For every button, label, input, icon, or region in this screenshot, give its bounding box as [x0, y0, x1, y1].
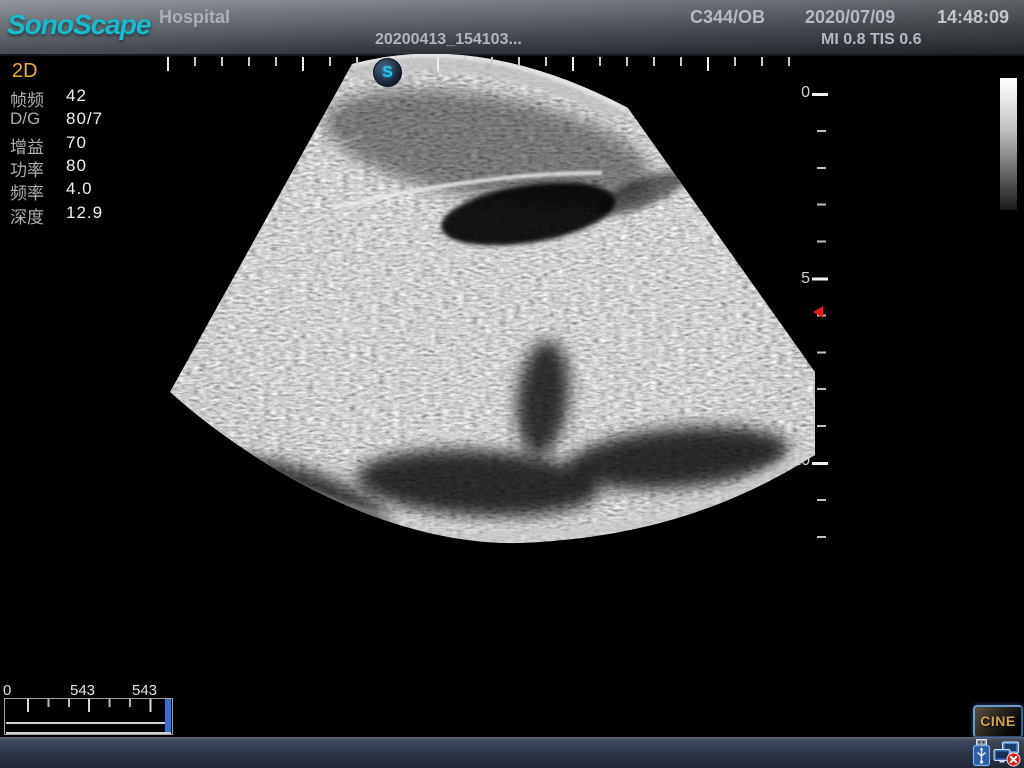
param-label: 深度 — [10, 203, 44, 228]
cine-button[interactable]: CINE — [973, 705, 1023, 738]
probe-preset: C344/OB — [690, 7, 765, 28]
acoustic-indices: MI 0.8 TIS 0.6 — [821, 31, 921, 49]
cine-current-label: 543 — [70, 682, 95, 699]
depth-label-10: 10 — [786, 452, 810, 470]
param-value: 42 — [66, 86, 87, 106]
param-label: 增益 — [10, 133, 44, 158]
probe-orientation-marker: S — [373, 58, 402, 87]
param-row-depth: 深度 12.9 — [10, 203, 160, 226]
depth-label-5: 5 — [786, 270, 810, 288]
brand-logo: SonoScape — [7, 9, 150, 41]
param-row-framerate: 帧频 42 — [10, 86, 160, 109]
param-value: 80/7 — [66, 109, 103, 129]
depth-label-0: 0 — [786, 84, 810, 102]
mode-label: 2D — [12, 60, 38, 83]
param-row-gain: 增益 70 — [10, 133, 160, 156]
network-error-icon[interactable] — [993, 741, 1022, 767]
cine-ruler-ticks — [5, 699, 170, 712]
exam-id: 20200413_154103... — [375, 31, 522, 49]
grayscale-map-bar — [1000, 78, 1017, 210]
param-value: 4.0 — [66, 179, 93, 199]
depth-scale-ruler — [812, 93, 829, 543]
system-time: 14:48:09 — [937, 7, 1009, 28]
horizontal-scale-ruler — [167, 57, 815, 71]
system-date: 2020/07/09 — [805, 7, 895, 28]
cine-scrubber[interactable] — [4, 698, 173, 735]
ultrasound-screen: SonoScape Hospital 20200413_154103... C3… — [0, 0, 1024, 768]
param-row-frequency: 频率 4.0 — [10, 179, 160, 202]
taskbar — [0, 737, 1024, 768]
param-row-power: 功率 80 — [10, 156, 160, 179]
ultrasound-image — [160, 54, 824, 556]
param-value: 80 — [66, 156, 87, 176]
cine-start-label: 0 — [3, 682, 11, 699]
header-bar: SonoScape Hospital 20200413_154103... C3… — [0, 0, 1024, 56]
cine-total-label: 543 — [132, 682, 157, 699]
param-label: D/G — [10, 109, 40, 129]
param-value: 12.9 — [66, 203, 103, 223]
param-label: 频率 — [10, 179, 44, 204]
cine-position-marker[interactable] — [165, 699, 171, 732]
param-label: 功率 — [10, 156, 44, 181]
hospital-name: Hospital — [159, 7, 230, 28]
cine-track — [6, 722, 171, 734]
focus-position-marker-icon — [813, 306, 823, 318]
param-value: 70 — [66, 133, 87, 153]
param-row-dg: D/G 80/7 — [10, 109, 160, 132]
usb-icon[interactable] — [971, 739, 992, 767]
param-label: 帧频 — [10, 86, 44, 111]
